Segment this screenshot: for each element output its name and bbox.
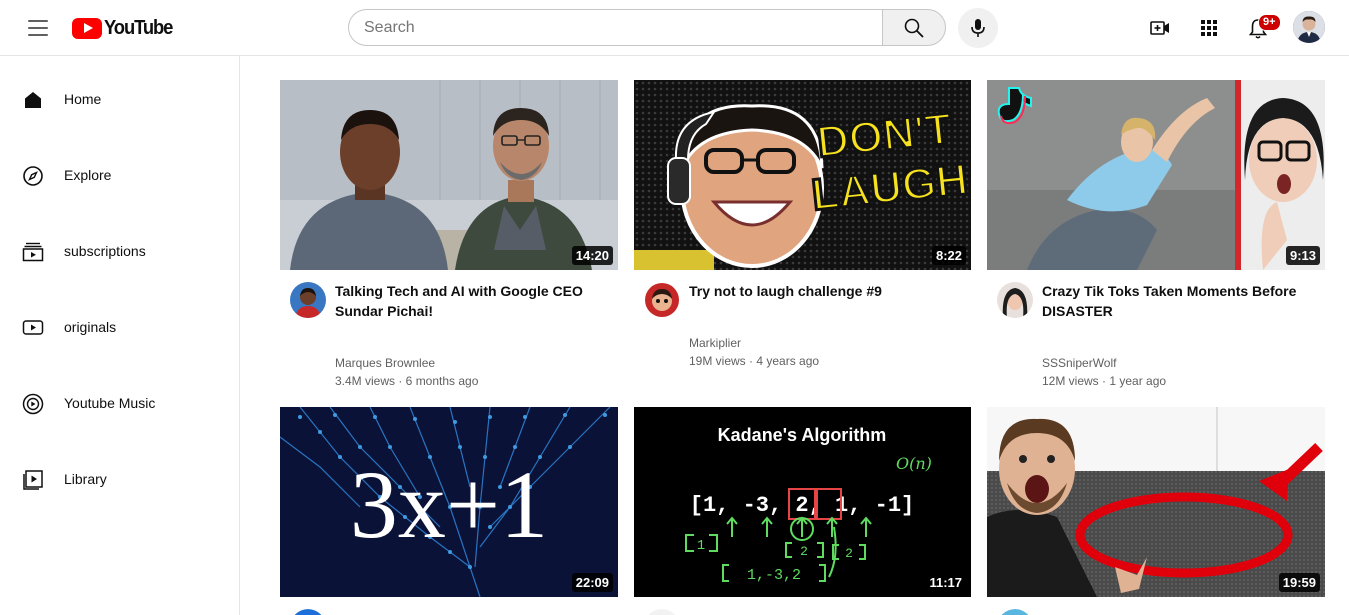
music-icon (22, 393, 44, 415)
channel-avatar[interactable] (644, 282, 680, 318)
video-thumbnail[interactable]: 14:20 (280, 80, 618, 270)
sidebar-item-label: Library (64, 471, 107, 487)
channel-avatar[interactable] (644, 609, 680, 615)
sidebar-item-subscriptions[interactable]: subscriptions (0, 228, 240, 276)
svg-text:1,-3,2: 1,-3,2 (747, 567, 801, 584)
notification-badge: 9+ (1258, 14, 1281, 31)
apps-grid-icon (1201, 20, 1217, 36)
youtube-logo[interactable]: YouTube (72, 17, 178, 39)
sidebar-item-label: originals (64, 319, 117, 335)
thumbnail-image (987, 80, 1325, 270)
originals-icon (22, 320, 44, 335)
avatar[interactable] (1293, 11, 1325, 43)
video-card[interactable]: DON'T LAUGH 8:22 Try not to laugh challe… (634, 80, 972, 380)
video-duration: 19:59 (1278, 573, 1320, 592)
channel-avatar[interactable] (290, 282, 326, 318)
menu-icon[interactable] (22, 15, 54, 41)
svg-text:O(n): O(n) (896, 454, 932, 473)
thumbnail-text: 3x+1 (350, 451, 548, 558)
video-card[interactable]: Kadane's Algorithm [1, -3, 2, 1, -1] 1 2… (634, 407, 972, 615)
channel-avatar-image (290, 282, 326, 318)
thumbnail-image: DON'T LAUGH (634, 80, 971, 270)
video-card[interactable]: 14:20 Talking Tech and AI with Google CE… (280, 80, 620, 388)
channel-avatar-image (648, 609, 676, 615)
svg-text:1: 1 (697, 538, 705, 554)
logo-text: YouTube (104, 16, 173, 39)
video-thumbnail[interactable]: DON'T LAUGH 8:22 (634, 80, 971, 270)
video-metadata: 19M views · 4 years ago (689, 354, 820, 368)
create-video-button[interactable] (1140, 8, 1180, 48)
search-button[interactable] (882, 9, 946, 46)
video-duration: 9:13 (1285, 246, 1320, 265)
channel-avatar[interactable] (290, 609, 326, 615)
video-metadata: 3.4M views · 6 months ago (335, 374, 479, 388)
voice-search-button[interactable] (958, 8, 998, 48)
video-thumbnail[interactable]: 3x+1 22:09 (280, 407, 618, 597)
channel-name[interactable]: Marques Brownlee (335, 356, 435, 370)
thumbnail-image: 3x+1 (280, 407, 618, 597)
user-avatar-image (1293, 11, 1325, 43)
channel-avatar-image (1001, 609, 1029, 615)
subscriptions-icon (22, 242, 44, 262)
top-bar: YouTube Search 9+ (0, 0, 1349, 56)
thumbnail-array: [1, -3, 2, 1, -1] (690, 493, 914, 518)
youtube-play-icon (72, 17, 102, 39)
thumbnail-image (280, 80, 618, 270)
search-box (348, 9, 883, 46)
search-icon (904, 18, 924, 38)
library-icon (23, 470, 43, 490)
video-card[interactable]: 3x+1 22:09 (280, 407, 618, 615)
video-title[interactable]: Try not to laugh challenge #9 (689, 281, 974, 301)
sidebar: Home Explore subscriptions originals You… (0, 56, 240, 615)
video-thumbnail[interactable]: 9:13 (987, 80, 1325, 270)
channel-avatar[interactable] (997, 282, 1033, 318)
channel-avatar[interactable] (997, 609, 1033, 615)
microphone-icon (971, 19, 985, 37)
video-title[interactable]: Crazy Tik Toks Taken Moments Before DISA… (1042, 281, 1327, 321)
sidebar-item-label: subscriptions (64, 243, 146, 259)
search-input[interactable] (349, 10, 883, 45)
video-duration: 22:09 (571, 573, 613, 592)
video-add-icon (1150, 21, 1169, 35)
thumbnail-text: Kadane's Algorithm (718, 425, 887, 445)
sidebar-item-library[interactable]: Library (0, 456, 240, 504)
video-grid: 14:20 Talking Tech and AI with Google CE… (241, 57, 1349, 615)
video-thumbnail[interactable]: 19:59 (987, 407, 1325, 597)
channel-avatar-image (997, 282, 1033, 318)
video-duration: 14:20 (571, 246, 613, 265)
sidebar-item-label: Explore (64, 167, 112, 183)
video-duration: 11:17 (925, 573, 966, 592)
sidebar-item-label: Home (64, 91, 102, 107)
video-title[interactable]: Talking Tech and AI with Google CEO Sund… (335, 281, 620, 321)
svg-text:2: 2 (800, 544, 808, 559)
channel-name[interactable]: SSSniperWolf (1042, 356, 1116, 370)
video-metadata: 12M views · 1 year ago (1042, 374, 1167, 388)
thumbnail-image (987, 407, 1325, 597)
sidebar-item-home[interactable]: Home (0, 76, 240, 124)
sidebar-item-originals[interactable]: originals (0, 304, 240, 352)
channel-name[interactable]: Markiplier (689, 336, 741, 350)
sidebar-item-explore[interactable]: Explore (0, 152, 240, 200)
video-card[interactable]: 19:59 (987, 407, 1325, 615)
sidebar-item-youtube-music[interactable]: Youtube Music (0, 380, 240, 428)
video-card[interactable]: 9:13 Crazy Tik Toks Taken Moments Before… (987, 80, 1327, 388)
compass-icon (23, 166, 43, 186)
thumbnail-image: Kadane's Algorithm [1, -3, 2, 1, -1] 1 2… (634, 407, 971, 597)
sidebar-item-label: Youtube Music (64, 395, 156, 411)
video-duration: 8:22 (931, 246, 966, 265)
apps-button[interactable] (1189, 8, 1229, 48)
channel-avatar-image (294, 609, 322, 615)
video-thumbnail[interactable]: Kadane's Algorithm [1, -3, 2, 1, -1] 1 2… (634, 407, 971, 597)
channel-avatar-image (644, 282, 680, 318)
svg-text:2: 2 (845, 546, 853, 561)
home-icon (25, 92, 41, 108)
